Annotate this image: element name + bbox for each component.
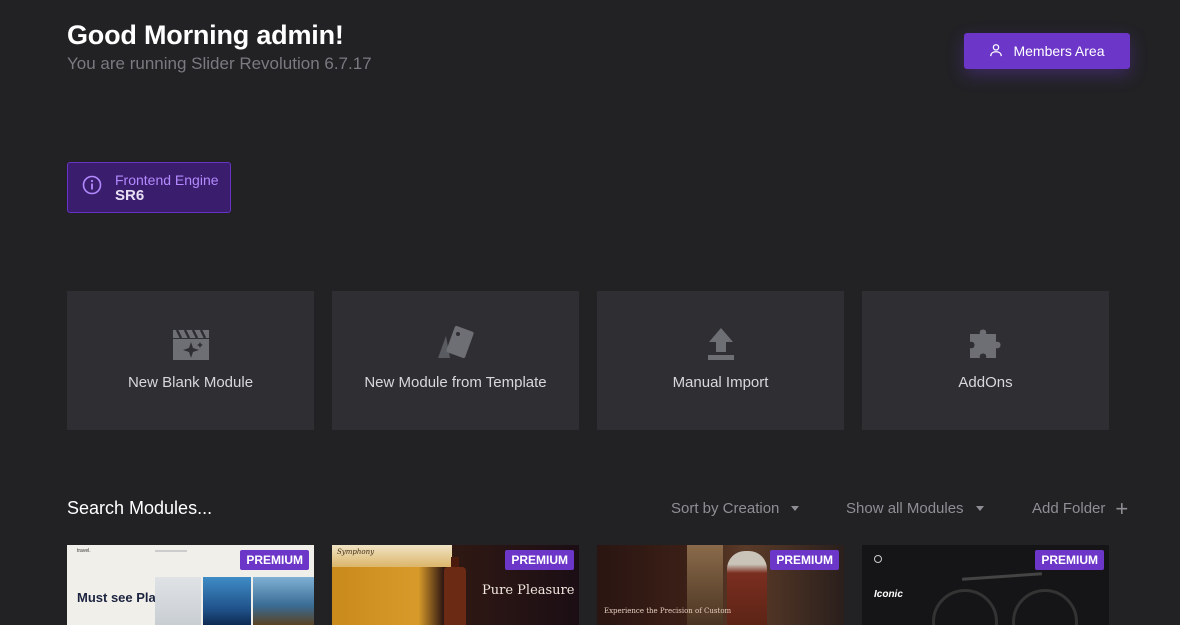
greeting-block: Good Morning admin! You are running Slid…: [67, 20, 372, 74]
premium-badge: PREMIUM: [505, 550, 574, 570]
info-icon: [82, 175, 102, 200]
puzzle-icon: [964, 322, 1008, 366]
engine-value: SR6: [115, 186, 145, 204]
module-card[interactable]: Iconic PREMIUM: [862, 545, 1109, 625]
page-title: Good Morning admin!: [67, 20, 344, 50]
thumb-photo: [444, 567, 466, 625]
user-icon: [989, 43, 1003, 60]
engine-label: Frontend Engine: [115, 171, 219, 188]
chevron-down-icon: [975, 506, 984, 511]
module-card[interactable]: travel. Must see Places PREMIUM: [67, 545, 314, 625]
version-subtitle: You are running Slider Revolution 6.7.17: [67, 54, 372, 73]
clapperboard-sparkle-icon: [169, 322, 213, 366]
thumb-photo: [961, 572, 1043, 581]
module-thumb-text: Experience the Precision of Custom: [604, 607, 732, 615]
addons-card[interactable]: AddOns: [862, 291, 1109, 430]
quick-actions: New Blank Module New Module from Templat…: [67, 291, 1109, 430]
premium-badge: PREMIUM: [770, 550, 839, 570]
module-thumb-text: Pure Pleasure: [482, 583, 575, 598]
thumb-photo: [253, 577, 314, 625]
module-card[interactable]: Experience the Precision of Custom PREMI…: [597, 545, 844, 625]
members-area-button[interactable]: Members Area: [964, 33, 1130, 69]
plus-icon: +: [1115, 496, 1129, 521]
module-grid: travel. Must see Places PREMIUM Symphony…: [67, 545, 1109, 625]
thumb-photo: [727, 551, 767, 625]
logo-icon: [874, 555, 882, 563]
search-modules-input[interactable]: Search Modules...: [67, 498, 212, 519]
filter-dropdown[interactable]: Show all Modules: [846, 500, 984, 517]
new-module-from-template-card[interactable]: New Module from Template: [332, 291, 579, 430]
module-brand: Symphony: [337, 548, 375, 556]
upload-icon: [699, 322, 743, 366]
members-area-label: Members Area: [1013, 43, 1105, 59]
modules-toolbar: Search Modules... Sort by Creation Show …: [67, 496, 1130, 522]
premium-badge: PREMIUM: [240, 550, 309, 570]
frontend-engine-badge: Frontend Engine SR6: [67, 162, 231, 213]
thumb-photo: [155, 577, 201, 625]
filter-label: Show all Modules: [846, 500, 964, 517]
template-cards-icon: [434, 322, 478, 366]
sort-dropdown[interactable]: Sort by Creation: [671, 500, 800, 517]
sort-label: Sort by Creation: [671, 500, 780, 517]
thumb-decoration: [155, 550, 187, 552]
thumb-photo: [203, 577, 251, 625]
module-brand: travel.: [77, 548, 91, 554]
add-folder-label: Add Folder: [1032, 500, 1106, 517]
module-thumb-text: Iconic: [874, 589, 903, 600]
new-blank-module-card[interactable]: New Blank Module: [67, 291, 314, 430]
manual-import-card[interactable]: Manual Import: [597, 291, 844, 430]
module-card[interactable]: Symphony Pure Pleasure PREMIUM: [332, 545, 579, 625]
premium-badge: PREMIUM: [1035, 550, 1104, 570]
manual-import-label: Manual Import: [672, 374, 769, 391]
addons-label: AddOns: [958, 374, 1013, 391]
new-module-from-template-label: New Module from Template: [364, 374, 547, 391]
new-blank-module-label: New Blank Module: [127, 374, 254, 391]
add-folder-button[interactable]: Add Folder +: [1032, 496, 1129, 521]
chevron-down-icon: [791, 506, 800, 511]
